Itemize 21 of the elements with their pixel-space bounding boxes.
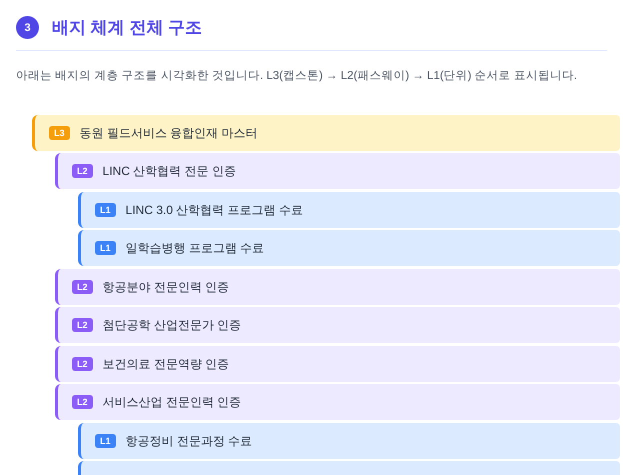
badge-name: 항공분야 전문인력 인증 [102,278,230,296]
level-badge: L1 [95,434,116,448]
level-badge: L1 [95,202,116,217]
badge-name: 서비스산업 전문인력 인증 [102,394,242,412]
section-number: 3 [16,16,39,40]
badge-name: LINC 산학협력 전문 인증 [102,163,236,180]
badge-name: 일학습병행 프로그램 수료 [126,240,264,258]
section-title: 배지 체계 전체 구조 [52,17,202,39]
badge-name: 첨단공학 산업전문가 인증 [102,317,242,334]
level-badge: L2 [72,318,93,332]
level-badge: L2 [72,395,93,410]
badge-name: 항공정비 전문과정 수료 [126,432,252,450]
badge-name: LINC 3.0 산학협력 프로그램 수료 [126,202,303,219]
badge-name: 동원 필드서비스 융합인재 마스터 [80,124,258,142]
level-badge: L2 [72,280,93,294]
level-badge: L1 [95,241,116,256]
level-badge: L2 [72,356,93,371]
badge-name: 보건의료 전문역량 인증 [102,356,230,373]
level-badge: L3 [49,126,70,140]
description: 아래는 배지의 계층 구조를 시각화한 것입니다. L3(캡스톤) → L2(패스웨이) → L1(단위) 순서로 표시됩니다. [16,68,578,84]
level-badge: L2 [72,164,93,178]
